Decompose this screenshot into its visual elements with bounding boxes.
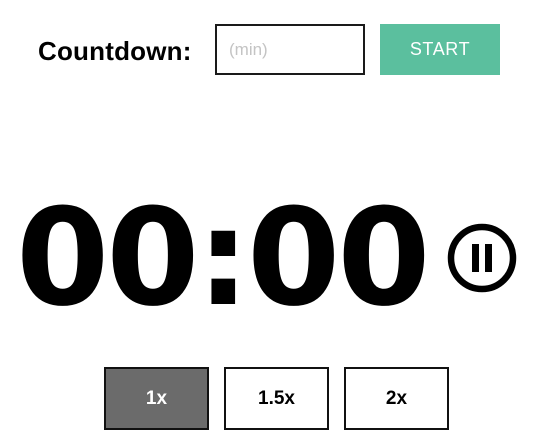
minutes-input[interactable] — [215, 24, 365, 75]
timer-display: 00:00 — [16, 180, 431, 336]
start-button[interactable]: START — [380, 24, 500, 75]
pause-circle-icon — [447, 223, 517, 293]
pause-button[interactable] — [446, 222, 518, 294]
speed-2x-button[interactable]: 2x — [344, 367, 449, 430]
speed-1x-button[interactable]: 1x — [104, 367, 209, 430]
countdown-label: Countdown: — [38, 36, 192, 66]
speed-1-5x-button[interactable]: 1.5x — [224, 367, 329, 430]
